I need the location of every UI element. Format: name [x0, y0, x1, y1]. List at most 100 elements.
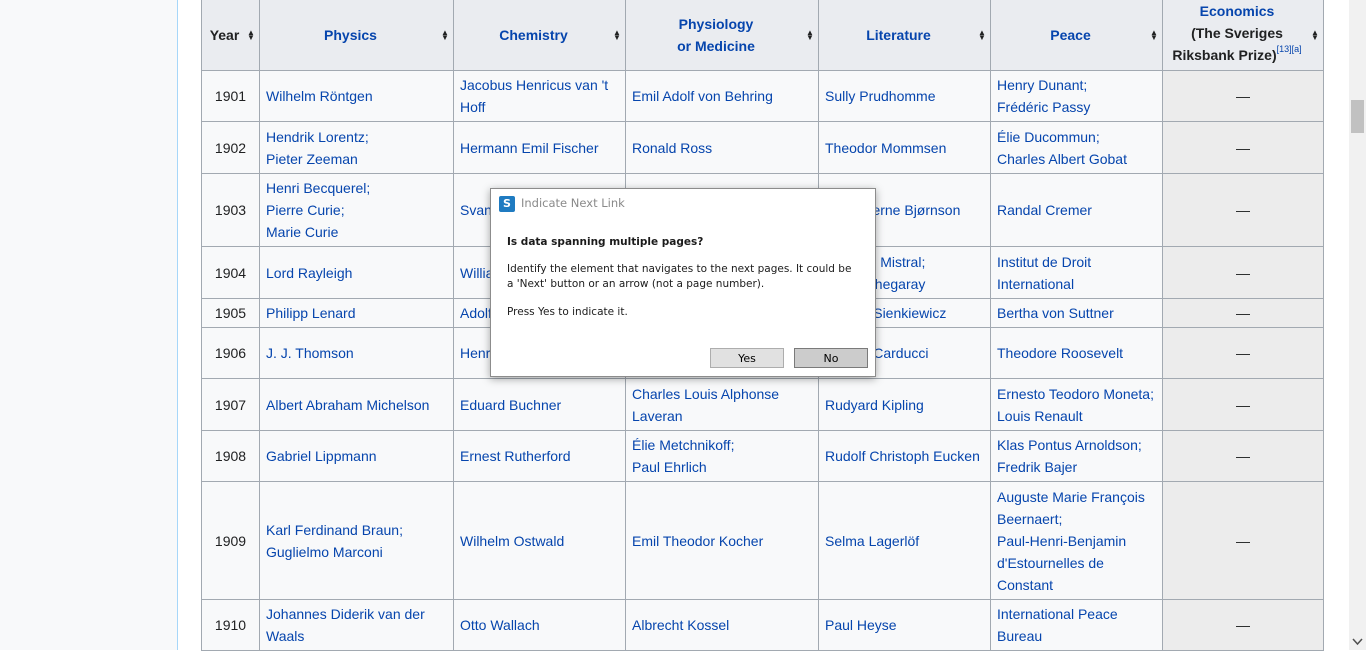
laureate-link[interactable]: Henri Becquerel; — [266, 180, 370, 196]
laureate-link[interactable]: Paul Heyse — [825, 617, 897, 633]
dialog-titlebar[interactable]: S Indicate Next Link — [491, 189, 875, 219]
laureate-link[interactable]: International Peace — [997, 606, 1118, 622]
scroll-down-arrow-icon[interactable] — [1349, 633, 1366, 650]
left-sidebar — [0, 0, 178, 650]
sort-icon[interactable]: ▲ ▼ — [441, 29, 449, 42]
chemistry-cell: Eduard Buchner — [453, 378, 626, 431]
physics-cell: Gabriel Lippmann — [259, 430, 454, 482]
laureate-link[interactable]: Albrecht Kossel — [632, 617, 729, 633]
laureate-link[interactable]: Louis Renault — [997, 408, 1083, 424]
scroll-up-arrow-icon[interactable] — [1349, 0, 1366, 17]
column-header-chemistry[interactable]: Chemistry ▲ ▼ — [453, 0, 626, 71]
laureate-link[interactable]: Marie Curie — [266, 224, 338, 240]
laureate-link[interactable]: Karl Ferdinand Braun; — [266, 522, 403, 538]
laureate-link[interactable]: Theodor Mommsen — [825, 140, 946, 156]
sort-icon[interactable]: ▲ ▼ — [247, 29, 255, 42]
dialog-description: Identify the element that navigates to t… — [507, 263, 852, 290]
laureate-link[interactable]: Ernesto Teodoro Moneta; — [997, 386, 1154, 402]
economics-cell: — — [1162, 327, 1324, 379]
header-link-chemistry[interactable]: Chemistry — [499, 27, 567, 43]
laureate-link[interactable]: Lord Rayleigh — [266, 265, 352, 281]
laureate-link[interactable]: Paul-Henri-Benjamin — [997, 533, 1126, 549]
economics-cell: — — [1162, 378, 1324, 431]
header-economics-subtitle: Riksbank Prize) — [1172, 47, 1277, 63]
laureate-link[interactable]: Theodore Roosevelt — [997, 345, 1123, 361]
laureate-link[interactable]: Charles Louis Alphonse — [632, 386, 779, 402]
header-link-physics[interactable]: Physics — [324, 27, 377, 43]
yes-button[interactable]: Yes — [710, 348, 784, 368]
laureate-link[interactable]: Rudolf Christoph Eucken — [825, 448, 980, 464]
scroll-thumb[interactable] — [1351, 100, 1364, 133]
laureate-link[interactable]: Jacobus Henricus van 't — [460, 77, 608, 93]
laureate-link[interactable]: Bureau — [997, 628, 1042, 644]
sort-icon[interactable]: ▲ ▼ — [613, 29, 621, 42]
laureate-link[interactable]: Sully Prudhomme — [825, 88, 936, 104]
laureate-link[interactable]: Pierre Curie; — [266, 202, 345, 218]
header-link-economics[interactable]: Economics — [1200, 3, 1275, 19]
laureate-link[interactable]: Waals — [266, 628, 304, 644]
laureate-link[interactable]: Emil Theodor Kocher — [632, 533, 763, 549]
literature-cell: Paul Heyse — [818, 599, 991, 651]
laureate-link[interactable]: Randal Cremer — [997, 202, 1092, 218]
laureate-link[interactable]: Ernest Rutherford — [460, 448, 571, 464]
laureate-link[interactable]: Henry Dunant; — [997, 77, 1087, 93]
laureate-link[interactable]: Bertha von Suttner — [997, 305, 1114, 321]
year-cell: 1907 — [201, 378, 260, 431]
column-header-medicine[interactable]: Physiology or Medicine ▲ ▼ — [625, 0, 819, 71]
peace-cell: Henry Dunant; Frédéric Passy — [990, 70, 1163, 122]
laureate-link[interactable]: Eduard Buchner — [460, 397, 561, 413]
peace-cell: International Peace Bureau — [990, 599, 1163, 651]
laureate-link[interactable]: Gabriel Lippmann — [266, 448, 377, 464]
laureate-link[interactable]: Rudyard Kipling — [825, 397, 924, 413]
laureate-link[interactable]: J. J. Thomson — [266, 345, 354, 361]
laureate-link[interactable]: d'Estournelles de — [997, 555, 1104, 571]
laureate-link[interactable]: Hoff — [460, 99, 485, 115]
laureate-link[interactable]: Hendrik Lorentz; — [266, 129, 369, 145]
laureate-link[interactable]: Wilhelm Ostwald — [460, 533, 564, 549]
laureate-link[interactable]: Laveran — [632, 408, 683, 424]
laureate-link[interactable]: Beernaert; — [997, 511, 1062, 527]
laureate-link[interactable]: Frédéric Passy — [997, 99, 1090, 115]
column-header-peace[interactable]: Peace ▲ ▼ — [990, 0, 1163, 71]
reference-link[interactable]: [13][a] — [1277, 44, 1302, 54]
sort-icon[interactable]: ▲ ▼ — [806, 29, 814, 42]
column-header-physics[interactable]: Physics ▲ ▼ — [259, 0, 454, 71]
year-cell: 1901 — [201, 70, 260, 122]
sort-icon[interactable]: ▲ ▼ — [1311, 29, 1319, 42]
laureate-link[interactable]: Otto Wallach — [460, 617, 540, 633]
column-header-economics[interactable]: Economics (The Sveriges Riksbank Prize)[… — [1162, 0, 1324, 71]
laureate-link[interactable]: International — [997, 276, 1074, 292]
column-header-literature[interactable]: Literature ▲ ▼ — [818, 0, 991, 71]
laureate-link[interactable]: Institut de Droit — [997, 254, 1091, 270]
laureate-link[interactable]: Fredrik Bajer — [997, 459, 1077, 475]
laureate-link[interactable]: Philipp Lenard — [266, 305, 356, 321]
laureate-link[interactable]: Charles Albert Gobat — [997, 151, 1127, 167]
table-row: 1902 Hendrik Lorentz; Pieter Zeeman Hermann… — [201, 121, 1324, 174]
laureate-link[interactable]: Albert Abraham Michelson — [266, 397, 429, 413]
vertical-scrollbar[interactable] — [1349, 0, 1366, 650]
laureate-link[interactable]: Guglielmo Marconi — [266, 544, 383, 560]
laureate-link[interactable]: Paul Ehrlich — [632, 459, 707, 475]
sort-icon[interactable]: ▲ ▼ — [1150, 29, 1158, 42]
laureate-link[interactable]: Hermann Emil Fischer — [460, 140, 598, 156]
laureate-link[interactable]: Ronald Ross — [632, 140, 712, 156]
laureate-link[interactable]: Selma Lagerlöf — [825, 533, 919, 549]
laureate-link[interactable]: Pieter Zeeman — [266, 151, 358, 167]
laureate-link[interactable]: Klas Pontus Arnoldson; — [997, 437, 1142, 453]
laureate-link[interactable]: Wilhelm Röntgen — [266, 88, 373, 104]
header-link-literature[interactable]: Literature — [866, 27, 931, 43]
laureate-link[interactable]: Emil Adolf von Behring — [632, 88, 773, 104]
chemistry-cell: Ernest Rutherford — [453, 430, 626, 482]
medicine-cell: Emil Adolf von Behring — [625, 70, 819, 122]
header-link-peace[interactable]: Peace — [1050, 27, 1090, 43]
no-button[interactable]: No — [794, 348, 868, 368]
laureate-link[interactable]: Auguste Marie François — [997, 489, 1145, 505]
laureate-link[interactable]: Constant — [997, 577, 1053, 593]
sort-icon[interactable]: ▲ ▼ — [978, 29, 986, 42]
header-link-medicine-line2[interactable]: or Medicine — [677, 38, 755, 54]
laureate-link[interactable]: Élie Metchnikoff; — [632, 437, 734, 453]
column-header-year[interactable]: Year ▲ ▼ — [201, 0, 260, 71]
header-link-medicine-line1[interactable]: Physiology — [679, 16, 754, 32]
laureate-link[interactable]: Élie Ducommun; — [997, 129, 1100, 145]
laureate-link[interactable]: Johannes Diderik van der — [266, 606, 425, 622]
